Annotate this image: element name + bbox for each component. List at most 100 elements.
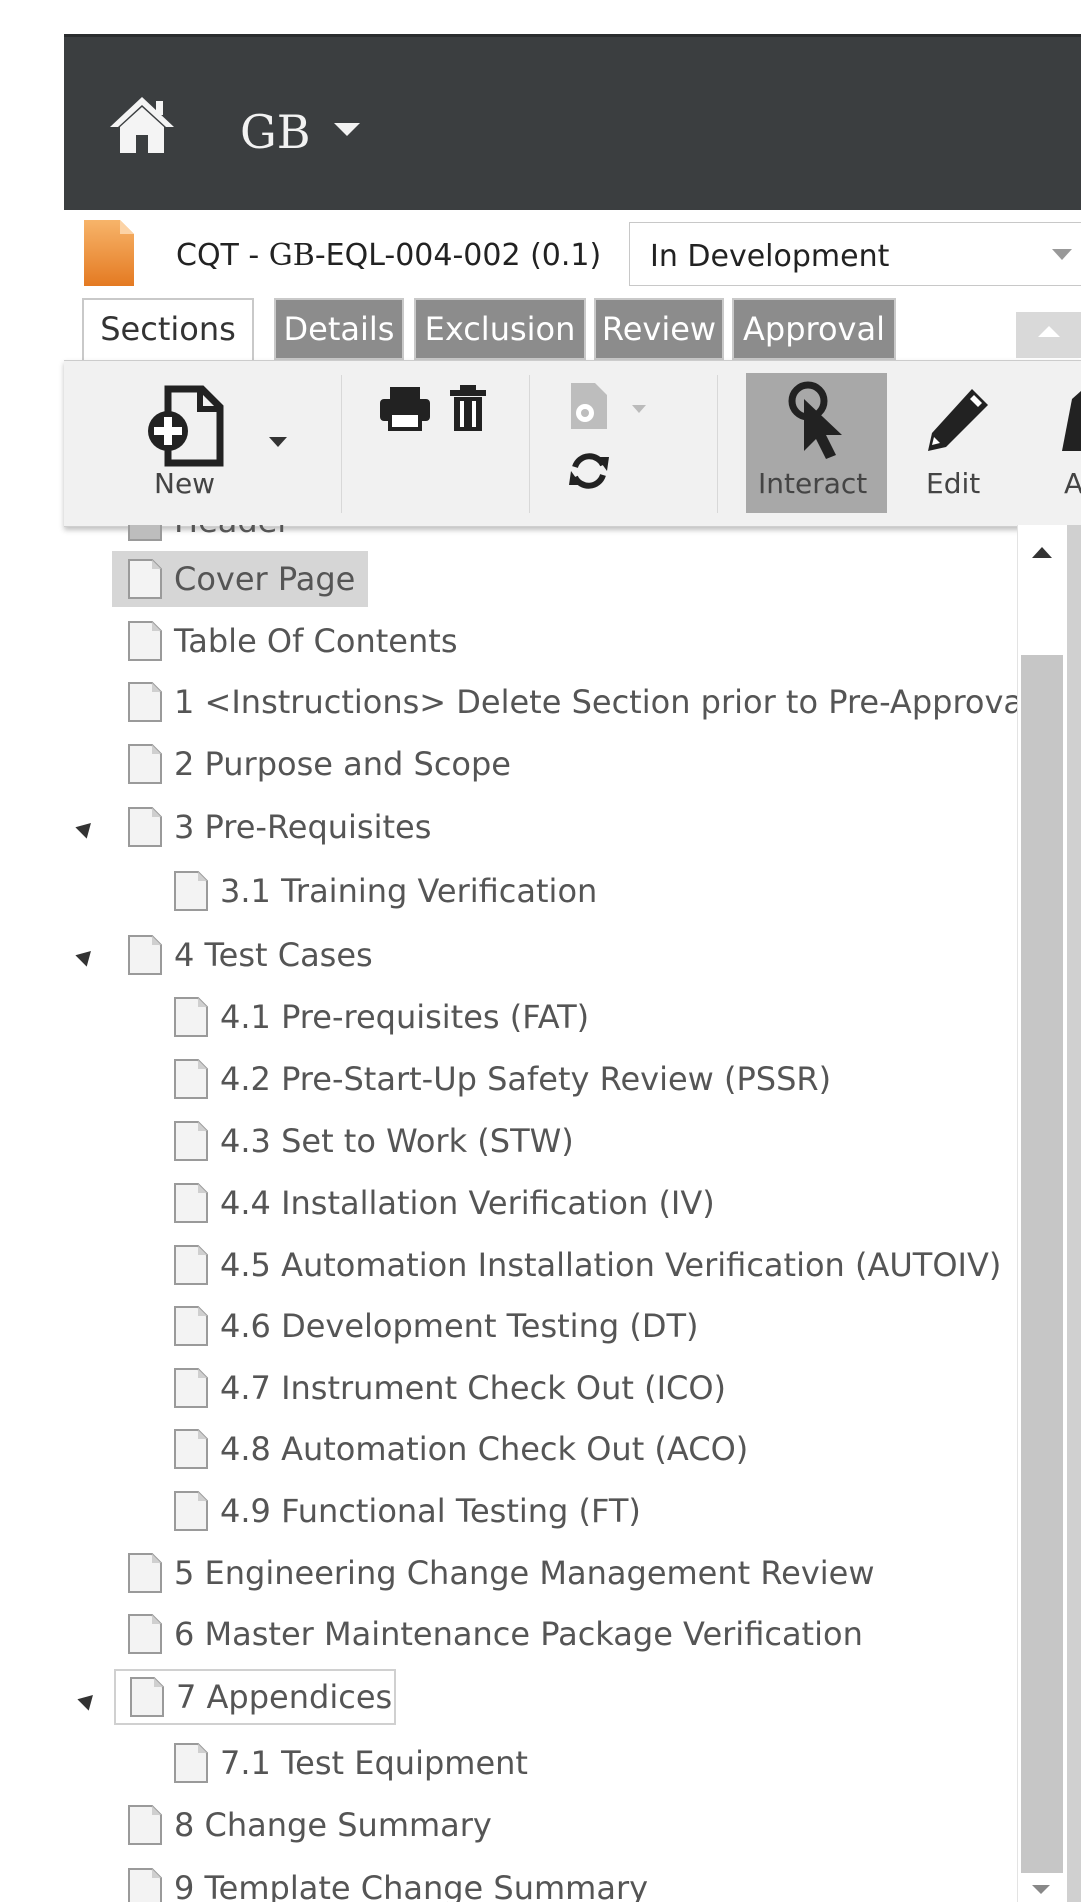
tree-item-label: 3 Pre-Requisites	[174, 808, 432, 846]
tab-details[interactable]: Details	[274, 298, 404, 360]
document-title-prefix: CQT -	[176, 238, 269, 273]
document-title: CQT - GB-EQL-004-002 (0.1)	[176, 238, 601, 273]
tree-item-label: 4.4 Installation Verification (IV)	[220, 1184, 715, 1222]
scroll-down-icon[interactable]	[1032, 1885, 1050, 1894]
page-icon	[128, 935, 162, 975]
tree-item-training-verification[interactable]: 3.1 Training Verification	[174, 863, 597, 919]
page-icon	[128, 559, 162, 599]
page-icon	[128, 744, 162, 784]
annotate-icon[interactable]	[1062, 391, 1081, 455]
tree-item-label: 4.3 Set to Work (STW)	[220, 1122, 574, 1160]
edit-button-label[interactable]: Edit	[926, 467, 980, 500]
tree-item-fat[interactable]: 4.1 Pre-requisites (FAT)	[174, 989, 589, 1045]
page-icon	[174, 1429, 208, 1469]
tree-item-ecm-review[interactable]: 5 Engineering Change Management Review	[128, 1545, 875, 1601]
toolbar-divider	[341, 375, 342, 513]
refresh-icon[interactable]	[567, 449, 611, 493]
new-document-icon[interactable]	[146, 385, 226, 467]
tree-item-template-change-summary[interactable]: 9 Template Change Summary	[128, 1860, 648, 1902]
print-icon[interactable]	[378, 385, 432, 431]
tree-item-label: 9 Template Change Summary	[174, 1869, 649, 1902]
tree-item-dt[interactable]: 4.6 Development Testing (DT)	[174, 1298, 698, 1354]
tab-bar: Sections Details Exclusion Review Approv…	[64, 292, 1081, 362]
org-selector[interactable]: GB	[240, 105, 311, 159]
chevron-up-icon	[1038, 326, 1060, 337]
interact-button[interactable]: Interact	[746, 373, 887, 513]
home-icon[interactable]	[108, 95, 176, 155]
page-icon	[128, 525, 162, 541]
tree-item-ft[interactable]: 4.9 Functional Testing (FT)	[174, 1483, 641, 1539]
page-icon	[174, 1245, 208, 1285]
collapse-button[interactable]	[1016, 312, 1081, 358]
page-icon	[128, 1868, 162, 1902]
tree-item-cover-page[interactable]: Cover Page	[112, 551, 368, 607]
page-icon	[174, 1368, 208, 1408]
tree-item-instructions[interactable]: 1 <Instructions> Delete Section prior to…	[128, 674, 1032, 730]
toolbar-divider	[717, 375, 718, 513]
org-dropdown-caret-icon[interactable]	[334, 123, 360, 136]
tree-item-iv[interactable]: 4.4 Installation Verification (IV)	[174, 1175, 715, 1231]
tree-scrollbar[interactable]	[1017, 525, 1068, 1902]
tree-item-stw[interactable]: 4.3 Set to Work (STW)	[174, 1113, 574, 1169]
tree-item-ico[interactable]: 4.7 Instrument Check Out (ICO)	[174, 1360, 726, 1416]
tree-item-autoiv[interactable]: 4.5 Automation Installation Verification…	[174, 1237, 1001, 1293]
page-icon	[128, 1805, 162, 1845]
page-icon	[174, 1121, 208, 1161]
app-header: GB	[64, 34, 1081, 210]
tab-review[interactable]: Review	[594, 298, 724, 360]
tree-item-label: 1 <Instructions> Delete Section prior to…	[174, 683, 1032, 721]
tree-item-mmp-verification[interactable]: 6 Master Maintenance Package Verificatio…	[128, 1606, 863, 1662]
page-icon	[174, 1491, 208, 1531]
tree-item-label: 7 Appendices	[176, 1678, 393, 1716]
tree-item-change-summary[interactable]: 8 Change Summary	[128, 1797, 492, 1853]
annotate-button-label[interactable]: A	[1064, 467, 1081, 500]
scroll-thumb[interactable]	[1021, 655, 1063, 1873]
tree-item-label: 2 Purpose and Scope	[174, 745, 511, 783]
cursor-pointer-icon	[788, 381, 842, 459]
expand-toggle-icon[interactable]	[75, 817, 97, 839]
chevron-down-icon[interactable]	[1052, 249, 1072, 260]
trash-icon[interactable]	[448, 383, 488, 433]
tree-item-purpose-and-scope[interactable]: 2 Purpose and Scope	[128, 736, 511, 792]
tree-item-pre-requisites[interactable]: 3 Pre-Requisites	[75, 799, 432, 855]
tree-item-test-cases[interactable]: 4 Test Cases	[75, 927, 373, 983]
scroll-up-icon[interactable]	[1032, 547, 1052, 558]
section-tree: Header Cover Page Table Of Contents 1 <I…	[64, 525, 1081, 1902]
tree-item-header[interactable]: Header	[128, 525, 291, 549]
document-bar: CQT - GB-EQL-004-002 (0.1) In Developmen…	[64, 212, 1081, 292]
tree-item-test-equipment[interactable]: 7.1 Test Equipment	[174, 1735, 528, 1791]
pencil-icon[interactable]	[922, 383, 994, 455]
page-icon	[128, 621, 162, 661]
document-title-suffix: -EQL-004-002 (0.1)	[314, 238, 602, 273]
page-icon	[174, 871, 208, 911]
tree-item-aco[interactable]: 4.8 Automation Check Out (ACO)	[174, 1421, 748, 1477]
page-icon	[174, 997, 208, 1037]
page-icon	[174, 1059, 208, 1099]
tree-item-label: 4.9 Functional Testing (FT)	[220, 1492, 641, 1530]
tree-item-appendices[interactable]: 7 Appendices	[77, 1669, 396, 1725]
expand-toggle-icon[interactable]	[77, 1689, 99, 1711]
tree-item-pssr[interactable]: 4.2 Pre-Start-Up Safety Review (PSSR)	[174, 1051, 831, 1107]
tree-item-table-of-contents[interactable]: Table Of Contents	[128, 613, 457, 669]
tree-item-label: 5 Engineering Change Management Review	[174, 1554, 875, 1592]
tree-item-label: 6 Master Maintenance Package Verificatio…	[174, 1615, 863, 1653]
toolbar: New Interact Edit A	[64, 360, 1081, 527]
page-icon	[130, 1677, 164, 1717]
tree-item-label: 3.1 Training Verification	[220, 872, 598, 910]
new-button-label[interactable]: New	[154, 467, 215, 500]
tab-exclusion[interactable]: Exclusion	[414, 298, 586, 360]
page-icon	[128, 682, 162, 722]
status-select[interactable]: In Development	[629, 222, 1081, 286]
tree-item-label: 4.6 Development Testing (DT)	[220, 1307, 699, 1345]
tab-sections[interactable]: Sections	[82, 298, 254, 362]
interact-button-label: Interact	[758, 467, 868, 500]
toolbar-divider	[529, 375, 530, 513]
new-dropdown-caret-icon[interactable]	[269, 437, 287, 447]
expand-toggle-icon[interactable]	[75, 945, 97, 967]
tree-item-label: 4.5 Automation Installation Verification…	[220, 1246, 1002, 1284]
page-icon	[174, 1183, 208, 1223]
tree-item-label: 7.1 Test Equipment	[220, 1744, 528, 1782]
page-icon	[128, 807, 162, 847]
tab-approval[interactable]: Approval	[732, 298, 896, 360]
content-pane-edge	[1067, 525, 1081, 1902]
